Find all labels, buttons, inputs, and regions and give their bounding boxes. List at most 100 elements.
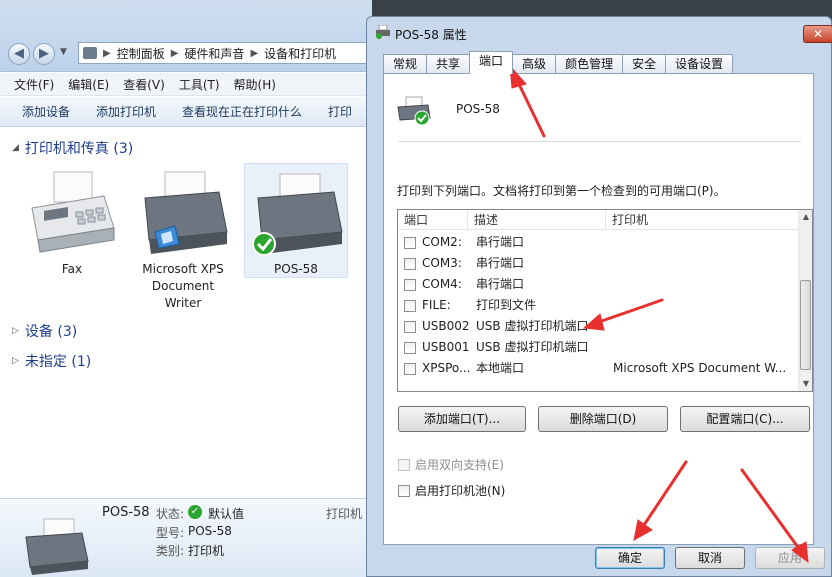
xps-printer-icon <box>144 171 228 254</box>
port-description: 打印到文件 <box>476 298 537 312</box>
port-name: FILE: <box>422 298 451 312</box>
scroll-down-arrow-icon[interactable]: ▼ <box>799 377 812 391</box>
close-button[interactable]: ✕ <box>803 25 832 43</box>
ports-scrollbar[interactable]: ▲ ▼ <box>798 210 812 391</box>
see-whats-printing-button[interactable]: 查看现在正在打印什么 <box>182 103 302 120</box>
tab-sharing[interactable]: 共享 <box>426 54 471 73</box>
device-fax-label: Fax <box>61 262 83 276</box>
port-row-com2[interactable]: COM2: 串行端口 <box>398 232 798 253</box>
menu-bar: 文件(F) 编辑(E) 查看(V) 工具(T) 帮助(H) <box>0 73 372 96</box>
apply-button[interactable]: 应用 <box>755 547 825 569</box>
bidirectional-support-label: 启用双向支持(E) <box>415 458 504 472</box>
column-port[interactable]: 端口 <box>398 210 468 230</box>
add-port-button[interactable]: 添加端口(T)... <box>398 406 526 432</box>
configure-port-button[interactable]: 配置端口(C)... <box>680 406 810 432</box>
group-devices-label: 设备 (3) <box>24 324 78 340</box>
devices-and-printers-window: ◀ ▶ ▼ ▶ 控制面板 ▶ 硬件和声音 ▶ 设备和打印机 文件(F) 编辑(E… <box>0 0 372 577</box>
tab-color-management[interactable]: 颜色管理 <box>555 54 624 73</box>
port-description: USB 虚拟打印机端口 <box>476 340 589 354</box>
expand-triangle-icon: ▷ <box>12 356 19 366</box>
history-dropdown-icon[interactable]: ▼ <box>60 47 67 57</box>
forward-arrow-icon[interactable]: ▶ <box>33 43 55 65</box>
delete-port-button[interactable]: 删除端口(D) <box>538 406 668 432</box>
back-arrow-icon[interactable]: ◀ <box>8 43 30 65</box>
group-printers-label: 打印机和传真 (3) <box>24 141 134 157</box>
tab-strip: 常规 共享 端口 高级 颜色管理 安全 设备设置 <box>383 51 734 74</box>
port-checkbox[interactable] <box>404 279 416 291</box>
tab-advanced[interactable]: 高级 <box>512 54 557 73</box>
menu-help[interactable]: 帮助(H) <box>234 76 276 93</box>
port-checkbox[interactable] <box>404 321 416 333</box>
address-bar[interactable]: ▶ 控制面板 ▶ 硬件和声音 ▶ 设备和打印机 <box>78 42 372 64</box>
details-device-name: POS-58 <box>102 505 150 520</box>
column-printer[interactable]: 打印机 <box>606 210 798 230</box>
menu-edit[interactable]: 编辑(E) <box>68 76 109 93</box>
ports-instruction: 打印到下列端口。文档将打印到第一个检查到的可用端口(P)。 <box>397 184 726 198</box>
port-name: USB002 <box>422 319 470 333</box>
port-description: USB 虚拟打印机端口 <box>476 319 589 333</box>
printer-folder-icon <box>83 47 97 59</box>
port-row-usb001[interactable]: USB001 USB 虚拟打印机端口 <box>398 337 798 358</box>
printer-pooling-label: 启用打印机池(N) <box>415 484 506 498</box>
port-description: 串行端口 <box>476 277 525 291</box>
port-printer: Microsoft XPS Document W... <box>613 361 787 375</box>
tab-security[interactable]: 安全 <box>622 54 667 73</box>
column-description[interactable]: 描述 <box>468 210 606 230</box>
port-checkbox[interactable] <box>404 237 416 249</box>
port-row-com3[interactable]: COM3: 串行端口 <box>398 253 798 274</box>
scroll-up-arrow-icon[interactable]: ▲ <box>799 210 812 224</box>
menu-tools[interactable]: 工具(T) <box>179 76 220 93</box>
dialog-titlebar[interactable]: POS-58 属性 ✕ <box>367 17 832 47</box>
group-unspecified-label: 未指定 (1) <box>24 354 92 370</box>
details-pane: POS-58 状态: ✓ 默认值 型号: POS-58 类别: 打印机 打印机 <box>0 498 372 577</box>
breadcrumb-control-panel[interactable]: 控制面板 <box>117 45 165 62</box>
tab-general[interactable]: 常规 <box>383 54 428 73</box>
ports-tab-panel: POS-58 打印到下列端口。文档将打印到第一个检查到的可用端口(P)。 端口 … <box>383 73 814 545</box>
add-device-button[interactable]: 添加设备 <box>22 103 70 120</box>
cancel-button[interactable]: 取消 <box>675 547 745 569</box>
device-pos-58[interactable]: POS-58 <box>244 163 348 278</box>
port-row-com4[interactable]: COM4: 串行端口 <box>398 274 798 295</box>
port-description: 串行端口 <box>476 256 525 270</box>
tab-device-settings[interactable]: 设备设置 <box>665 54 734 73</box>
port-checkbox[interactable] <box>404 258 416 270</box>
checkbox-box <box>398 458 410 471</box>
breadcrumb-hardware-sound[interactable]: 硬件和声音 <box>184 45 244 62</box>
chevron-right-icon: ▶ <box>103 47 111 59</box>
details-model-label: 型号: <box>156 526 185 540</box>
device-microsoft-xps[interactable]: Microsoft XPS Document Writer <box>132 168 234 312</box>
scroll-thumb[interactable] <box>800 280 811 370</box>
port-checkbox[interactable] <box>404 342 416 354</box>
print-server-button[interactable]: 打印 <box>328 103 352 120</box>
tab-ports[interactable]: 端口 <box>469 51 514 74</box>
group-unspecified-header[interactable]: ▷ 未指定 (1) <box>12 351 91 371</box>
details-status-value: 默认值 <box>208 507 245 521</box>
breadcrumb-devices-printers[interactable]: 设备和打印机 <box>264 45 336 62</box>
port-name: COM2: <box>422 235 462 249</box>
port-checkbox[interactable] <box>404 300 416 312</box>
printer-small-icon <box>376 25 390 39</box>
group-devices-header[interactable]: ▷ 设备 (3) <box>12 321 77 341</box>
close-icon: ✕ <box>812 27 824 41</box>
details-category-label: 类别: <box>156 544 185 558</box>
group-printers-header[interactable]: ◢ 打印机和传真 (3) <box>12 138 133 158</box>
port-name: COM4: <box>422 277 462 291</box>
port-checkbox[interactable] <box>404 363 416 375</box>
add-printer-button[interactable]: 添加打印机 <box>96 103 156 120</box>
port-description: 本地端口 <box>476 361 525 375</box>
port-row-xpsport[interactable]: XPSPo... 本地端口 Microsoft XPS Document W..… <box>398 358 798 379</box>
port-row-file[interactable]: FILE: 打印到文件 <box>398 295 798 316</box>
menu-file[interactable]: 文件(F) <box>14 76 54 93</box>
ok-button[interactable]: 确定 <box>595 547 665 569</box>
ports-list[interactable]: 端口 描述 打印机 COM2: 串行端口 COM3: 串行端口 COM4: 串行… <box>397 209 813 392</box>
device-fax[interactable]: Fax <box>20 168 124 278</box>
printer-icon <box>397 96 431 126</box>
command-bar: 添加设备 添加打印机 查看现在正在打印什么 打印 <box>0 97 372 127</box>
device-xps-label: Microsoft XPS Document Writer <box>142 262 224 310</box>
collapse-triangle-icon: ◢ <box>12 143 19 153</box>
bidirectional-support-checkbox[interactable]: 启用双向支持(E) <box>398 456 504 473</box>
port-row-usb002[interactable]: USB002 USB 虚拟打印机端口 <box>398 316 798 337</box>
menu-view[interactable]: 查看(V) <box>123 76 165 93</box>
printer-pooling-checkbox[interactable]: 启用打印机池(N) <box>398 482 505 499</box>
chevron-right-icon: ▶ <box>250 47 259 59</box>
